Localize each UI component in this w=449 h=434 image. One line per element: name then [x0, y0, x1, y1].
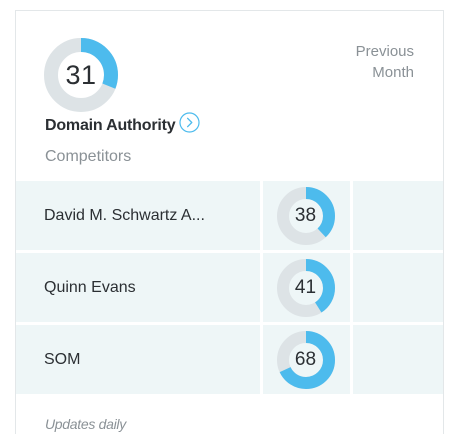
title-row: Domain Authority [45, 112, 201, 136]
competitor-score-value: 68 [294, 348, 317, 370]
competitor-score-value: 38 [294, 204, 317, 226]
competitor-list: David M. Schwartz A... 38 Quinn Evans 41… [16, 181, 443, 397]
competitor-score-donut: 38 [276, 186, 336, 246]
competitor-score-value: 41 [294, 276, 317, 298]
previous-label-line1: Previous [355, 43, 414, 60]
competitor-score-cell: 41 [263, 253, 350, 322]
competitor-row: Quinn Evans 41 [16, 253, 443, 325]
competitor-score-donut: 41 [276, 258, 336, 318]
card-title: Domain Authority [45, 116, 176, 134]
domain-authority-card: 31 Previous Month Domain Authority Compe… [15, 10, 444, 434]
competitor-score-cell: 38 [263, 181, 350, 250]
competitor-row: SOM 68 [16, 325, 443, 397]
previous-label-line2: Month [372, 64, 414, 81]
competitor-previous-cell [353, 181, 443, 250]
previous-month-label[interactable]: Previous Month [314, 41, 414, 83]
competitor-row: David M. Schwartz A... 38 [16, 181, 443, 253]
card-header: 31 Previous Month Domain Authority Compe… [16, 11, 443, 181]
card-subtitle: Competitors [45, 148, 132, 165]
competitor-name: SOM [44, 350, 81, 368]
competitor-previous-cell [353, 325, 443, 394]
chevron-right-circle-icon[interactable] [179, 112, 201, 133]
competitor-score-cell: 68 [263, 325, 350, 394]
competitor-previous-cell [353, 253, 443, 322]
competitor-name: David M. Schwartz A... [44, 206, 205, 224]
main-score-value: 31 [65, 59, 97, 90]
updates-note: Updates daily [45, 416, 126, 432]
competitor-name: Quinn Evans [44, 278, 136, 296]
competitor-score-donut: 68 [276, 330, 336, 390]
